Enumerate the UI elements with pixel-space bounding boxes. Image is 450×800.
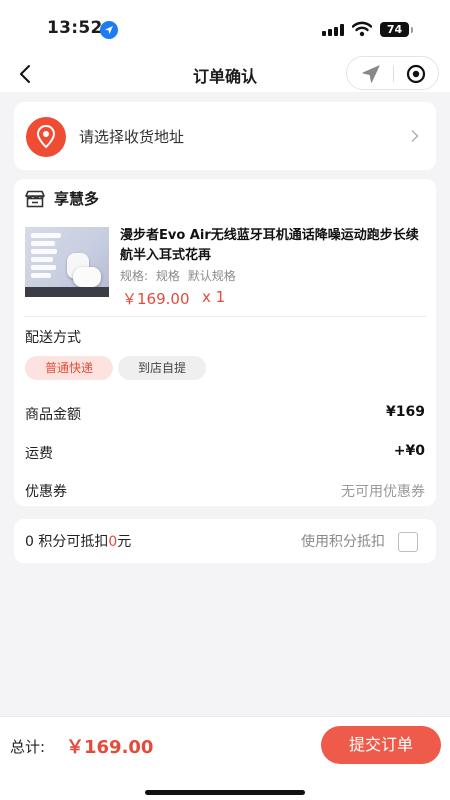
- order-card: 享慧多 漫步者Evo Air无线蓝牙耳机通话降噪运动跑步长续航半入耳式花再 规格…: [14, 179, 436, 506]
- product-price: ￥169.00: [122, 290, 190, 308]
- points-card: 0 积分可抵扣0元 使用积分抵扣: [14, 519, 436, 563]
- shipping-label: 运费: [25, 446, 53, 462]
- shipping-value: +¥0: [393, 443, 425, 459]
- total-value: ￥169.00: [66, 737, 154, 758]
- spec-key: 规格: [155, 269, 180, 283]
- subtotal-label: 商品金额: [25, 407, 81, 423]
- shop-name: 享慧多: [54, 190, 100, 208]
- product-spec: 规格: 规格 默认规格: [120, 267, 240, 284]
- product-title[interactable]: 漫步者Evo Air无线蓝牙耳机通话降噪运动跑步长续航半入耳式花再: [120, 226, 425, 266]
- delivery-option-express[interactable]: 普通快递: [25, 356, 113, 380]
- points-text-before: 积分可抵扣: [33, 534, 109, 550]
- points-count: 0: [25, 534, 34, 550]
- mini-program-capsule: [346, 56, 439, 90]
- location-pin-icon: [26, 117, 66, 157]
- status-bar: 13:52 74: [0, 0, 450, 56]
- coupon-label: 优惠券: [25, 484, 67, 500]
- submit-order-button[interactable]: 提交订单: [321, 726, 441, 764]
- wifi-icon: [351, 21, 373, 41]
- use-points-label: 使用积分抵扣: [301, 534, 385, 550]
- points-deduct-amount: 0: [108, 534, 118, 550]
- subtotal-value: ¥169: [386, 404, 425, 420]
- points-text-after: 元: [117, 534, 132, 550]
- cellular-signal-icon: [322, 24, 344, 36]
- coupon-value: 无可用优惠券: [341, 484, 425, 500]
- home-indicator: [145, 790, 305, 795]
- chevron-right-icon: [410, 128, 420, 147]
- nav-bar: 订单确认: [0, 56, 450, 92]
- spec-value: 默认规格: [187, 269, 236, 283]
- spec-label: 规格:: [120, 269, 149, 283]
- checkout-bar: 总计: ￥169.00 提交订单: [0, 716, 450, 800]
- store-icon: [24, 190, 46, 212]
- status-time: 13:52: [47, 18, 103, 38]
- use-points-checkbox[interactable]: [398, 532, 418, 552]
- navigation-arrow-icon[interactable]: [359, 64, 383, 84]
- address-selector[interactable]: 请选择收货地址: [14, 102, 436, 170]
- product-image[interactable]: [25, 227, 109, 297]
- coupon-row[interactable]: 优惠券 无可用优惠券: [25, 481, 425, 501]
- close-target-icon[interactable]: [405, 63, 427, 85]
- points-info: 0 积分可抵扣0元: [25, 531, 131, 551]
- capsule-divider: [393, 66, 394, 82]
- divider: [24, 316, 426, 317]
- battery-icon: 74: [380, 22, 413, 37]
- product-quantity: x 1: [202, 288, 226, 306]
- total-label: 总计:: [10, 738, 46, 756]
- delivery-method-label: 配送方式: [25, 330, 81, 346]
- shipping-row: 运费 +¥0: [25, 443, 425, 463]
- subtotal-row: 商品金额 ¥169: [25, 404, 425, 424]
- location-arrow-icon: [100, 21, 118, 39]
- delivery-option-pickup[interactable]: 到店自提: [118, 356, 206, 380]
- address-placeholder: 请选择收货地址: [79, 128, 185, 146]
